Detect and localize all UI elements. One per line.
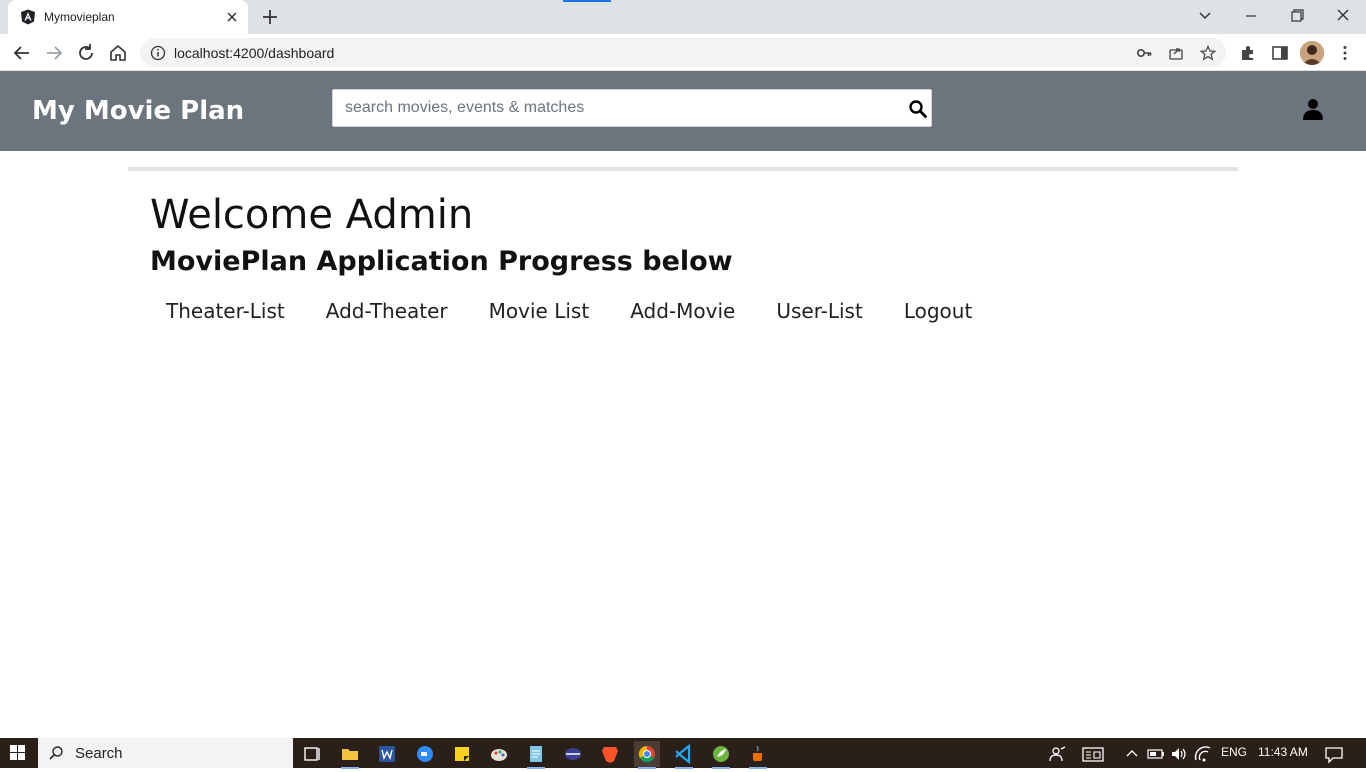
search-input[interactable]: [333, 90, 903, 126]
chrome-logo-icon: [638, 745, 655, 763]
app-running-indicator: [527, 767, 545, 769]
side-panel-icon[interactable]: [1271, 44, 1289, 62]
paint-icon[interactable]: [486, 741, 512, 767]
tab-title: Mymovieplan: [44, 10, 115, 24]
windows-start-icon[interactable]: [0, 738, 36, 768]
zoom-logo-icon: [417, 746, 433, 762]
browser-tab[interactable]: Mymovieplan: [8, 0, 248, 34]
search-box: [332, 89, 932, 127]
app-running-indicator: [749, 767, 767, 769]
profile-avatar[interactable]: [1300, 41, 1324, 65]
extensions-icon[interactable]: [1239, 44, 1257, 62]
file-explorer-icon[interactable]: [337, 741, 363, 769]
brave-icon[interactable]: [597, 741, 623, 767]
window-close-icon[interactable]: [1331, 5, 1355, 27]
bookmark-star-icon[interactable]: [1200, 45, 1216, 61]
news-widget-icon[interactable]: [1080, 741, 1106, 767]
spring-tool-icon[interactable]: [708, 741, 734, 769]
search-icon[interactable]: [908, 99, 928, 119]
word-logo-icon: [379, 746, 395, 762]
nav-add-movie[interactable]: Add-Movie: [614, 298, 751, 326]
key-icon[interactable]: [1136, 45, 1152, 61]
restore-icon[interactable]: [1285, 5, 1309, 27]
forward-icon[interactable]: [43, 42, 65, 64]
horizontal-divider: [128, 167, 1238, 171]
browser-toolbar: localhost:4200/dashboard: [0, 34, 1366, 71]
language-indicator[interactable]: ENG: [1221, 745, 1247, 759]
java-app-icon[interactable]: [745, 741, 771, 769]
home-icon[interactable]: [107, 42, 129, 64]
minimize-icon[interactable]: [1239, 5, 1263, 27]
address-bar[interactable]: localhost:4200/dashboard: [140, 38, 1226, 67]
disc-icon: [565, 748, 581, 760]
clock[interactable]: 11:43 AM: [1258, 745, 1308, 759]
taskbar-search-icon: [49, 746, 63, 760]
notifications-icon[interactable]: [1321, 741, 1347, 767]
url-text: localhost:4200/dashboard: [174, 45, 335, 61]
chrome-icon[interactable]: [634, 741, 660, 769]
media-app-icon[interactable]: [560, 741, 586, 767]
menu-kebab-icon[interactable]: [1336, 44, 1354, 62]
nav-add-theater[interactable]: Add-Theater: [310, 298, 464, 326]
task-view-icon[interactable]: [299, 741, 325, 767]
app-running-indicator: [638, 767, 656, 769]
app-header: My Movie Plan: [0, 71, 1366, 151]
brave-logo-icon: [602, 747, 618, 763]
brand-title[interactable]: My Movie Plan: [32, 96, 244, 126]
nav-user-list[interactable]: User-List: [760, 298, 878, 326]
volume-icon[interactable]: [1166, 741, 1192, 767]
back-icon[interactable]: [11, 42, 33, 64]
reload-icon[interactable]: [75, 42, 97, 64]
zoom-icon[interactable]: [412, 741, 438, 767]
info-icon[interactable]: [150, 45, 166, 61]
profile-avatar-icon: [1300, 41, 1324, 65]
word-icon[interactable]: [374, 741, 400, 767]
tab-search-icon[interactable]: [1193, 5, 1217, 27]
notepad-icon[interactable]: [523, 741, 549, 769]
user-icon[interactable]: [1301, 97, 1325, 121]
show-hidden-icons-icon[interactable]: [1119, 741, 1145, 767]
browser-tabstrip: Mymovieplan: [0, 0, 1366, 34]
close-tab-icon[interactable]: [224, 9, 240, 25]
share-icon[interactable]: [1168, 45, 1184, 61]
angular-icon: [21, 9, 35, 25]
spring-leaf-icon: [713, 746, 729, 762]
palette-icon: [491, 749, 507, 761]
vscode-logo-icon: [675, 743, 691, 765]
windows-taskbar: Search ENG 11:43 AM: [0, 738, 1366, 769]
tab-accent: [563, 0, 611, 2]
sticky-notes-icon[interactable]: [449, 741, 475, 767]
folder-icon: [342, 749, 358, 760]
people-icon[interactable]: [1045, 741, 1071, 767]
taskbar-search[interactable]: Search: [38, 738, 293, 768]
nav-movie-list[interactable]: Movie List: [473, 298, 606, 326]
new-tab-icon[interactable]: [261, 8, 279, 26]
notepad-logo-icon: [530, 746, 542, 762]
admin-nav: Theater-List Add-Theater Movie List Add-…: [150, 298, 997, 326]
sticky-note-icon: [455, 747, 469, 761]
nav-theater-list[interactable]: Theater-List: [150, 298, 301, 326]
app-running-indicator: [712, 767, 730, 769]
app-running-indicator: [675, 767, 693, 769]
page-subtitle: MoviePlan Application Progress below: [150, 246, 733, 277]
taskbar-search-label: Search: [75, 745, 123, 762]
nav-logout[interactable]: Logout: [888, 298, 988, 326]
page-title: Welcome Admin: [150, 192, 474, 238]
app-running-indicator: [341, 767, 359, 769]
java-cup-icon: [753, 745, 762, 761]
vscode-icon[interactable]: [671, 741, 697, 769]
wifi-icon[interactable]: [1191, 741, 1217, 767]
